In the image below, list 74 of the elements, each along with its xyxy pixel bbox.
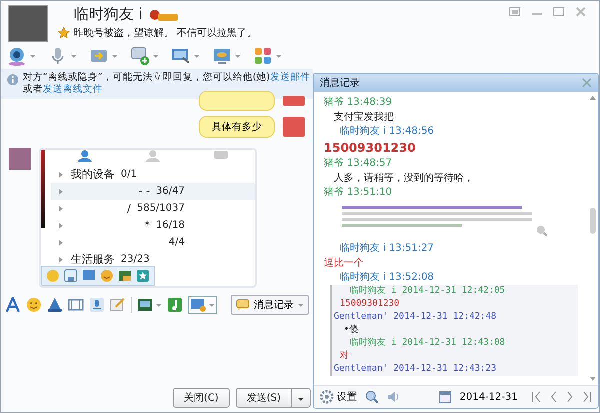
quoted-line: Gentleman' 2014-12-31 12:43:23 <box>334 363 498 376</box>
message-text: 逗比一个 <box>324 256 365 271</box>
send-email-link[interactable]: 发送邮件 <box>270 72 310 83</box>
panel-title: 消息记录 <box>320 76 360 90</box>
apps-button[interactable] <box>253 46 282 66</box>
star-icon <box>58 27 70 39</box>
remote-desktop-button[interactable] <box>171 46 200 66</box>
quoted-line: 15009301230 <box>339 298 401 311</box>
contact-group-row[interactable]: - - 36/47 <box>51 183 255 200</box>
scroll-up-icon[interactable] <box>590 96 596 100</box>
video-call-button[interactable] <box>7 46 36 66</box>
contacts-tab-icon <box>76 150 94 162</box>
quoted-line: 临时狗友 i 2014-12-31 12:43:08 <box>349 337 506 350</box>
microphone-icon[interactable] <box>89 297 105 313</box>
status-message: 昨晚号被盗，望谅解。 不信可以拉黑了。 <box>74 26 258 40</box>
message-sender: 猪爷 13:51:10 <box>324 186 394 200</box>
star-icon <box>136 269 150 283</box>
calendar-icon[interactable] <box>438 390 452 404</box>
settings-button[interactable]: 设置 <box>320 390 357 404</box>
contact-name: 临时狗友 i <box>74 5 143 24</box>
message-sender: 猪爷 13:48:39 <box>324 96 394 110</box>
speech-bubble-icon <box>236 299 250 311</box>
screen-share-button[interactable] <box>212 46 241 66</box>
contact-group-row[interactable]: * 16/18 <box>51 217 255 234</box>
message-sender: 临时狗友 i 13:48:56 <box>339 125 436 139</box>
scrollbar-thumb[interactable] <box>590 208 596 234</box>
first-page-icon[interactable] <box>532 391 542 403</box>
quoted-line: •傻 <box>343 324 360 337</box>
speaker-icon[interactable] <box>387 390 401 404</box>
vip-badge-icon <box>148 8 179 22</box>
note-icon[interactable] <box>110 297 126 313</box>
chat-tab-icon <box>212 150 230 162</box>
zoom-icon <box>536 225 548 237</box>
message-text: 支付宝发我把 <box>333 110 395 125</box>
create-group-button[interactable] <box>130 46 159 66</box>
message-history-button[interactable]: 消息记录 <box>231 295 309 315</box>
scroll-down-icon[interactable] <box>590 377 596 381</box>
message-sender: 临时狗友 i 13:52:08 <box>339 271 436 285</box>
contact-group-row[interactable]: 4/4 <box>51 234 255 251</box>
next-icon[interactable] <box>566 391 574 403</box>
save-icon <box>64 269 78 283</box>
date-label: 2014-12-31 <box>460 392 518 402</box>
close-icon[interactable] <box>575 7 587 17</box>
emoji-icon[interactable] <box>26 297 42 313</box>
contact-group-row[interactable]: 我的设备 0/1 <box>51 166 255 183</box>
message-text: 15009301230 <box>324 140 417 157</box>
image-button[interactable] <box>137 297 162 313</box>
contact-group-row[interactable]: / 585/1037 <box>51 200 255 217</box>
search-icon[interactable] <box>365 390 379 404</box>
notice-text: 对方“离线或隐身”，可能无法立即回复，您可以给他(她)发送邮件 或者发送离线文件 <box>23 72 310 96</box>
send-options-button[interactable] <box>292 388 311 408</box>
screen-capture-button[interactable] <box>188 296 217 314</box>
quoted-line: 临时狗友 i 2014-12-31 12:42:05 <box>349 285 506 298</box>
shake-icon[interactable] <box>47 297 63 313</box>
chat-bubble: 具体有多少 <box>199 116 275 138</box>
quoted-line: 对 <box>339 350 350 363</box>
close-icon[interactable] <box>582 78 592 88</box>
close-button[interactable]: 关闭(C) <box>173 388 230 408</box>
groups-tab-icon <box>144 150 162 162</box>
music-icon[interactable] <box>167 297 183 313</box>
message-sender: 临时狗友 i 13:51:27 <box>339 242 436 256</box>
message-text: 人多，请稍等，没到的等待哈， <box>333 172 475 186</box>
previous-icon[interactable] <box>550 391 558 403</box>
message-sender: 猪爷 13:48:57 <box>324 157 394 171</box>
info-icon <box>7 74 19 86</box>
last-page-icon[interactable] <box>582 391 592 403</box>
skin-icon[interactable] <box>509 7 521 17</box>
font-icon[interactable] <box>5 297 21 313</box>
send-button[interactable]: 发送(S) <box>236 388 292 408</box>
image-icon <box>118 269 132 283</box>
maximize-icon[interactable] <box>553 7 565 17</box>
quoted-line: Gentleman' 2014-12-31 12:42:48 <box>334 311 498 324</box>
screenshot-icon[interactable] <box>68 297 84 313</box>
send-offline-file-link[interactable]: 发送离线文件 <box>43 84 103 95</box>
